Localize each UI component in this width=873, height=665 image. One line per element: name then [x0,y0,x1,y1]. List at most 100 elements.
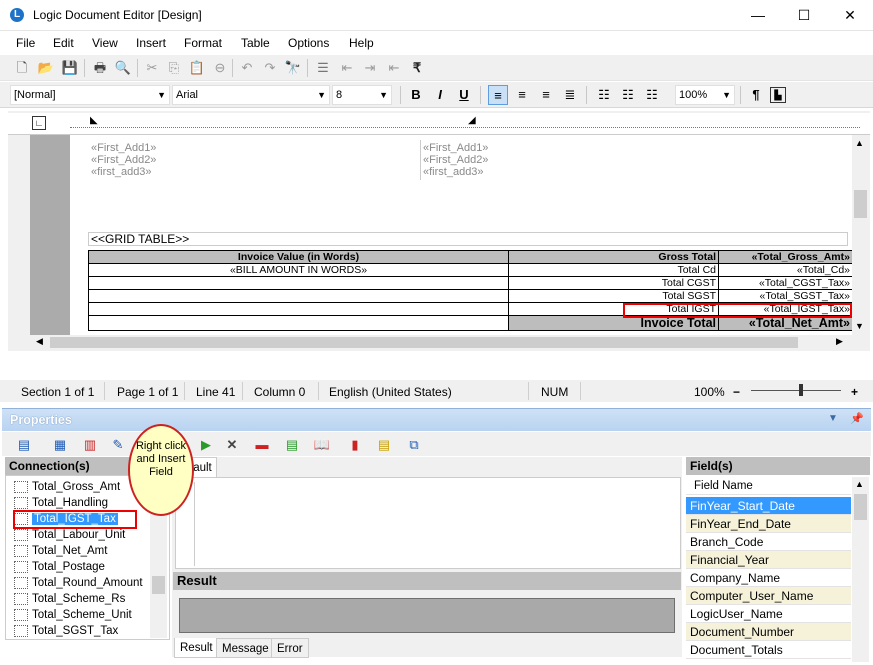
underline-button[interactable]: U [454,85,474,105]
zoom-slider-thumb[interactable] [798,384,803,396]
address-field[interactable]: «First_Add2» [423,154,488,166]
delete-connection-icon[interactable]: ▥ [80,435,100,455]
new-icon[interactable]: 🗋 [12,58,32,78]
table-cell[interactable]: «Total_CGST_Tax» [718,276,853,290]
vertical-scrollbar[interactable]: ▲ ▼ [852,135,870,335]
cut-icon[interactable]: ✂ [142,58,162,78]
table-cell[interactable]: «Total_SGST_Tax» [718,289,853,303]
table-cell[interactable] [88,289,509,303]
edit-icon[interactable]: ✎ [108,435,128,455]
font-size-select[interactable]: 8 ▼ [332,85,392,105]
tab-error[interactable]: Error [271,638,309,658]
invoice-table[interactable]: Invoice Value (in Words) Gross Total «To… [88,250,853,331]
print-preview-icon[interactable]: 🔍 [113,58,133,78]
close-button[interactable]: ✕ [827,0,873,31]
report-icon[interactable]: ▮ [345,435,365,455]
find-icon[interactable]: 🔭 [283,58,303,78]
print-icon[interactable]: 🖶 [90,58,110,78]
horizontal-scrollbar[interactable]: ◀ ▶ [30,335,852,350]
maximize-button[interactable]: ☐ [781,0,827,31]
indent-icon[interactable]: ⇤ [337,58,357,78]
zoom-in-button[interactable]: + [851,385,858,399]
table-icon[interactable]: ▦ [50,435,70,455]
table-cell[interactable] [88,315,509,331]
list-item[interactable]: Branch_Code [686,533,851,551]
query-editor[interactable] [175,477,681,569]
list-item[interactable]: Total_Round_Amount [14,577,143,589]
address-field[interactable]: «first_add3» [423,166,484,178]
list-item[interactable]: Total_Labour_Unit [14,529,125,541]
numbering-icon[interactable]: ☷ [618,85,638,105]
table-cell[interactable]: «Total_Cd» [718,263,853,277]
menu-format[interactable]: Format [184,36,222,50]
table-cell[interactable]: Invoice Value (in Words) [88,250,509,264]
menu-view[interactable]: View [92,36,118,50]
left-indent-marker[interactable]: ◣ [90,115,98,126]
fields-scrollbar[interactable]: ▲ [852,477,869,662]
list-item[interactable]: LogicUser_Name [686,605,851,623]
zoom-out-button[interactable]: − [733,385,740,399]
book-icon[interactable]: 📖 [312,435,332,455]
list-item[interactable]: Company_Name [686,569,851,587]
right-indent-marker[interactable]: ◢ [468,115,476,126]
menu-insert[interactable]: Insert [136,36,166,50]
save-icon[interactable]: 💾 [60,58,80,78]
align-right-icon[interactable]: ≡ [536,85,556,105]
list-item[interactable]: Total_SGST_Tax [14,625,118,637]
show-formatting-button[interactable]: ¶ [746,85,766,105]
address-field[interactable]: «First_Add1» [91,142,156,154]
remove-icon[interactable]: ▬ [252,435,272,455]
bullets-icon[interactable]: ☷ [594,85,614,105]
list-item[interactable]: Total_Postage [14,561,105,573]
result-grid[interactable] [179,598,675,633]
menu-file[interactable]: File [16,36,35,50]
table-cell[interactable] [88,276,509,290]
dropdown-icon[interactable]: ▼ [828,413,838,424]
pin-icon[interactable]: 📌 [850,412,864,425]
open-icon[interactable]: 📂 [36,58,56,78]
grid-table-label[interactable]: <<GRID TABLE>> [88,232,848,246]
grid-icon[interactable]: ▤ [374,435,394,455]
tab-stop-icon[interactable]: ∟ [32,116,46,130]
align-icon[interactable]: ☰ [313,58,333,78]
italic-button[interactable]: I [430,85,450,105]
close-icon[interactable]: ✕ [222,435,242,455]
font-select[interactable]: Arial ▼ [172,85,330,105]
list-item[interactable]: Total_Scheme_Rs [14,593,125,605]
tab-result[interactable]: Result [174,638,219,658]
list-item[interactable]: Total_Gross_Amt [14,481,120,493]
delete-icon[interactable]: ⊖ [210,58,230,78]
copy-icon[interactable]: ⎘ [164,58,184,78]
align-center-icon[interactable]: ≡ [512,85,532,105]
list-item[interactable]: Total_Handling [14,497,108,509]
indent-left-icon[interactable]: ⇤ [384,58,404,78]
redo-icon[interactable]: ↷ [260,58,280,78]
rupee-icon[interactable]: ₹ [407,58,427,78]
execute-icon[interactable]: ▶ [196,435,216,455]
list-item[interactable]: Financial_Year [686,551,851,569]
table-cell[interactable]: Total CGST [508,276,719,290]
paste-icon[interactable]: 📋 [187,58,207,78]
table-cell[interactable] [88,302,509,316]
table-cell[interactable]: Total SGST [508,289,719,303]
menu-table[interactable]: Table [241,36,270,50]
align-left-icon[interactable]: ≡ [488,85,508,105]
connection-icon[interactable]: ▤ [14,435,34,455]
table-cell[interactable]: «Total_Gross_Amt» [718,250,853,264]
menu-edit[interactable]: Edit [53,36,74,50]
undo-icon[interactable]: ↶ [237,58,257,78]
address-field[interactable]: «first_add3» [91,166,152,178]
address-field[interactable]: «First_Add2» [91,154,156,166]
table-cell[interactable]: Gross Total [508,250,719,264]
outdent-icon[interactable]: ⇥ [360,58,380,78]
menu-help[interactable]: Help [349,36,374,50]
field-name-column-header[interactable]: Field Name [686,477,851,495]
address-field[interactable]: «First_Add1» [423,142,488,154]
minimize-button[interactable]: — [735,0,781,31]
list-item[interactable]: Total_Scheme_Unit [14,609,132,621]
list-item[interactable]: Total_Net_Amt [14,545,107,557]
menu-options[interactable]: Options [288,36,329,50]
fields-list[interactable]: Field Name FinYear_Start_Date FinYear_En… [686,477,852,662]
zoom-slider[interactable] [751,390,841,391]
table-cell[interactable]: «BILL AMOUNT IN WORDS» [88,263,509,277]
